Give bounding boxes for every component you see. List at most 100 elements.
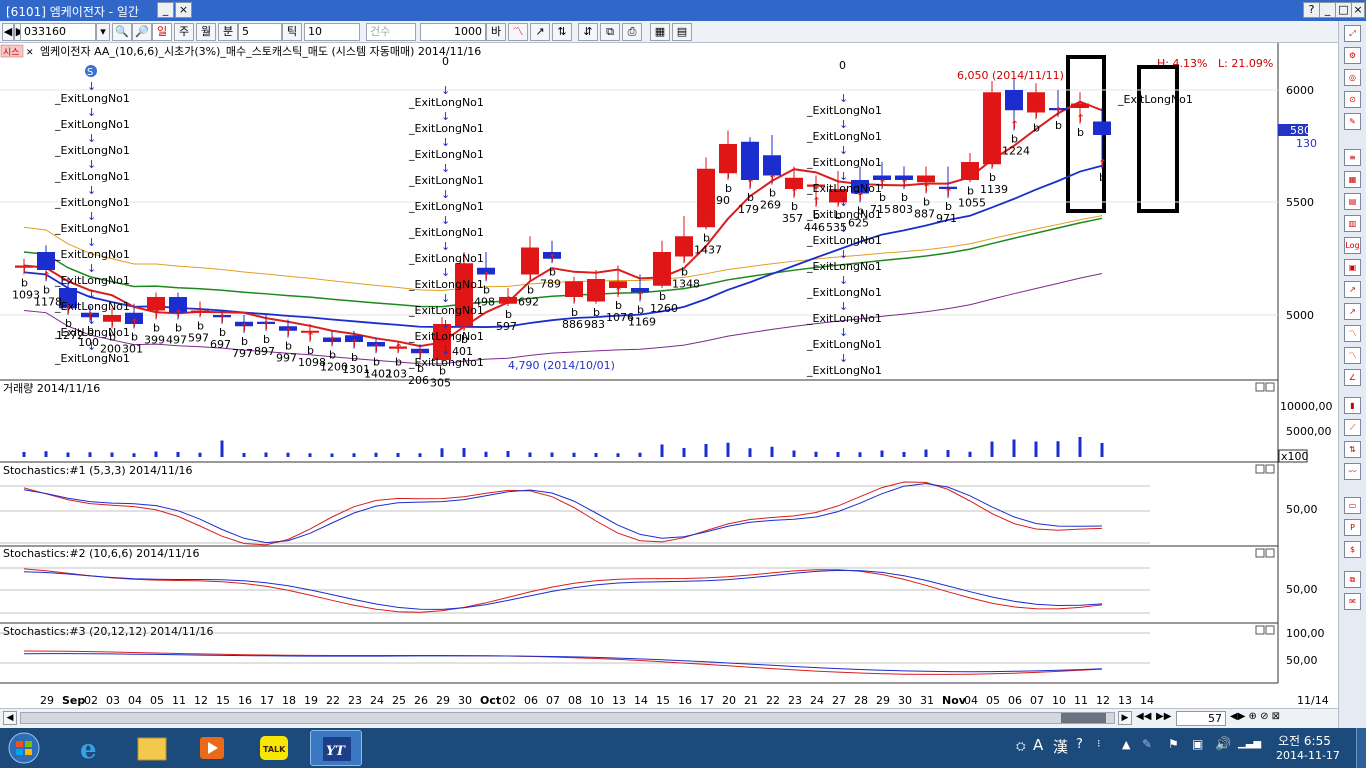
show-desktop-button[interactable] xyxy=(1356,728,1366,768)
scroll-left-icon[interactable]: ◀ xyxy=(3,711,17,725)
flag-icon[interactable]: ⚑ xyxy=(1168,737,1179,751)
layout-icon[interactable]: ▦ xyxy=(1344,171,1361,188)
signal-icon[interactable]: ▁▃▅ xyxy=(1238,738,1261,749)
ime-icon[interactable]: ⛭ xyxy=(1016,739,1026,754)
zoom-icon[interactable]: ⤢ xyxy=(1344,25,1361,42)
network-icon[interactable]: ▣ xyxy=(1192,737,1203,751)
trend-line-icon[interactable]: ↗ xyxy=(1344,281,1361,298)
bars-count-input[interactable]: 57 xyxy=(1176,711,1226,726)
log-icon[interactable]: Log xyxy=(1344,237,1361,254)
trading-app-icon[interactable]: YT xyxy=(310,730,362,766)
panel-close-icon[interactable] xyxy=(1265,625,1275,635)
ime-mode-a[interactable]: A xyxy=(1033,736,1043,754)
copy-icon[interactable]: ⧉ xyxy=(600,23,620,41)
maximize-button[interactable]: □ xyxy=(1335,2,1352,18)
print-icon[interactable]: ⎙ xyxy=(622,23,642,41)
period-day-button[interactable]: 일 xyxy=(152,23,172,41)
table-icon[interactable]: ▤ xyxy=(1344,193,1361,210)
count-input[interactable]: 1000 xyxy=(420,23,486,41)
pattern-icon[interactable]: ◎ xyxy=(1344,69,1361,86)
buy-arrow-icon: ↑ xyxy=(966,170,975,183)
tangent-icon[interactable]: ⟋ xyxy=(1344,419,1361,436)
spread-icon[interactable]: ⇅ xyxy=(1344,441,1361,458)
explorer-icon[interactable] xyxy=(126,730,178,766)
trend-icon[interactable]: ↗ xyxy=(530,23,550,41)
angle-icon[interactable]: ∠ xyxy=(1344,369,1361,386)
scroll-track[interactable] xyxy=(20,712,1115,724)
search-history-icon[interactable]: 🔎 xyxy=(132,23,152,41)
tray-expand-icon[interactable]: ▲ xyxy=(1122,738,1130,751)
zoom-in-icon[interactable]: ▶▶ xyxy=(1156,711,1172,725)
prev-arrow-icon[interactable]: ◀ xyxy=(2,23,14,41)
minimize-small-button[interactable]: _ xyxy=(157,2,174,18)
wave-icon[interactable]: 〰 xyxy=(1344,463,1361,480)
wave-icon[interactable]: 〽 xyxy=(1344,347,1361,364)
pen-icon[interactable]: ✎ xyxy=(1142,737,1152,751)
media-player-icon[interactable] xyxy=(186,730,238,766)
close-small-button[interactable]: × xyxy=(175,2,192,18)
panel-max-icon[interactable] xyxy=(1255,464,1265,474)
panel-max-icon[interactable] xyxy=(1255,548,1265,558)
indicator-icon[interactable]: ⚙ xyxy=(1344,47,1361,64)
volume-bar xyxy=(528,452,532,457)
help-button[interactable]: ? xyxy=(1303,2,1320,18)
tile-icon[interactable]: ▣ xyxy=(1344,259,1361,276)
period-minute-button[interactable]: 분 xyxy=(218,23,238,41)
candle-body xyxy=(983,92,1001,165)
clock-time[interactable]: 오전 6:55 xyxy=(1278,732,1331,749)
line-chart-icon[interactable]: 〽 xyxy=(508,23,528,41)
note-icon[interactable]: ✉ xyxy=(1344,593,1361,610)
copy-icon[interactable]: ⧉ xyxy=(1344,571,1361,588)
period-month-button[interactable]: 월 xyxy=(196,23,216,41)
tick-select[interactable]: 10 xyxy=(304,23,360,41)
scroll-right-icon[interactable]: ▶ xyxy=(1118,711,1132,725)
panel-max-icon[interactable] xyxy=(1255,382,1265,392)
volume-bar xyxy=(484,451,488,457)
zoom-out-icon[interactable]: ◀◀ xyxy=(1136,711,1152,725)
clock-date[interactable]: 2014-11-17 xyxy=(1276,749,1340,762)
tool-icon[interactable]: ✎ xyxy=(1344,113,1361,130)
stock-code-input[interactable]: 033160 xyxy=(20,23,96,41)
period-week-button[interactable]: 주 xyxy=(174,23,194,41)
close-x-icon[interactable]: ✕ xyxy=(26,48,34,58)
panel-close-icon[interactable] xyxy=(1265,548,1275,558)
ime-mode-han[interactable]: 漢 xyxy=(1053,736,1068,757)
minimize-button[interactable]: _ xyxy=(1319,2,1336,18)
save-icon[interactable]: ▭ xyxy=(1344,497,1361,514)
panel-max-icon[interactable] xyxy=(1255,625,1265,635)
panel-close-icon[interactable] xyxy=(1265,382,1275,392)
grid-icon[interactable]: ▤ xyxy=(672,23,692,41)
close-button[interactable]: × xyxy=(1351,2,1365,18)
settings-icon[interactable]: ⁝ xyxy=(1097,737,1101,750)
list-icon[interactable]: ≡ xyxy=(1344,149,1361,166)
count-select[interactable]: 건수 xyxy=(366,23,416,41)
period-tick-button[interactable]: 틱 xyxy=(282,23,302,41)
volume-icon[interactable]: 🔊 xyxy=(1215,737,1231,752)
scroll-thumb[interactable] xyxy=(1061,713,1106,723)
print-icon[interactable]: P xyxy=(1344,519,1361,536)
bars-icon[interactable]: ▮ xyxy=(1344,397,1361,414)
minute-select[interactable]: 5 xyxy=(238,23,282,41)
search-icon[interactable]: 🔍 xyxy=(112,23,132,41)
date-axis-label: 28 xyxy=(854,694,868,707)
system-icon[interactable]: ⊙ xyxy=(1344,91,1361,108)
arrow-swap-icon[interactable]: ⇅ xyxy=(552,23,572,41)
chart-icon[interactable]: ▥ xyxy=(1344,215,1361,232)
date-axis-label: 02 xyxy=(502,694,516,707)
panel-close-icon[interactable] xyxy=(1265,464,1275,474)
buy-arrow-icon: ↑ xyxy=(702,218,711,231)
ie-icon[interactable]: e xyxy=(64,730,116,766)
date-axis-label: 20 xyxy=(722,694,736,707)
wave-icon[interactable]: 〽 xyxy=(1344,325,1361,342)
trend-line-icon[interactable]: ↗ xyxy=(1344,303,1361,320)
help-icon[interactable]: ? xyxy=(1076,737,1083,752)
code-dropdown-icon[interactable]: ▾ xyxy=(96,23,110,41)
volume-bar xyxy=(946,450,950,457)
window-icon[interactable]: ▦ xyxy=(650,23,670,41)
sort-icon[interactable]: ⇵ xyxy=(578,23,598,41)
kakaotalk-icon[interactable]: TALK xyxy=(248,730,300,766)
start-button[interactable] xyxy=(4,730,44,766)
dollar-icon[interactable]: $ xyxy=(1344,541,1361,558)
volume-bar xyxy=(154,451,158,457)
nav-arrows-icon[interactable]: ◀▶ ⊕ ⊘ ⊠ xyxy=(1230,711,1280,722)
